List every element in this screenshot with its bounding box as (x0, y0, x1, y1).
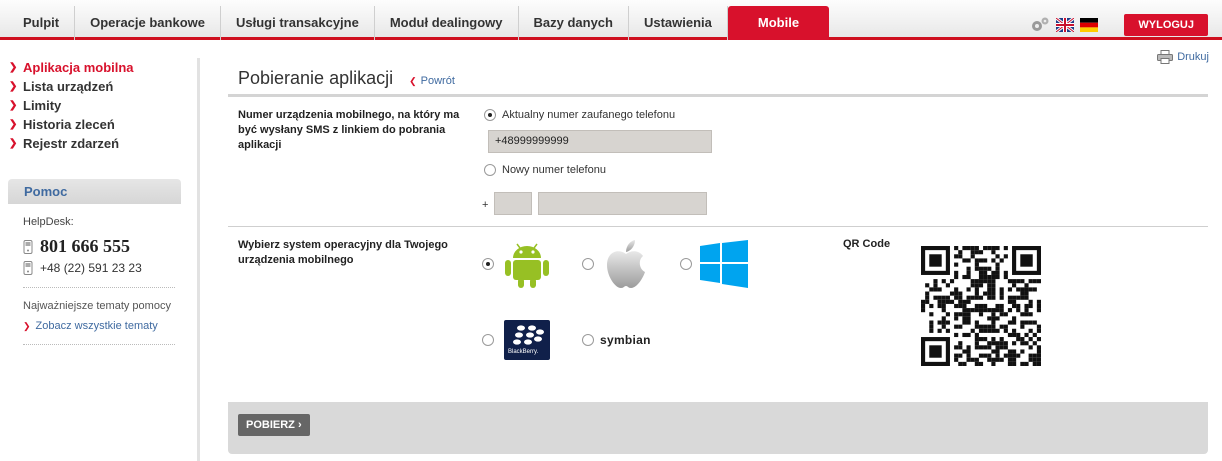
phone-icon (23, 261, 33, 275)
blackberry-icon[interactable]: BlackBerry. (504, 320, 550, 360)
divider (23, 344, 175, 345)
phone-number-alt: +48 (22) 591 23 23 (40, 261, 142, 275)
header-divider (228, 94, 1208, 97)
radio-current-number-label: Aktualny numer zaufanego telefonu (502, 109, 676, 121)
radio-android[interactable] (482, 258, 494, 270)
sidebar-item-aplikacja-mobilna[interactable]: ❯ Aplikacja mobilna (9, 58, 197, 77)
action-bar: POBIERZ › (228, 402, 1208, 454)
main-nav: Pulpit Operacje bankowe Usługi transakcy… (8, 6, 830, 40)
sidebar-menu: ❯ Aplikacja mobilna ❯ Lista urządzeń ❯ Limi… (0, 58, 197, 153)
sidebar-item-label: Historia zleceń (23, 117, 115, 132)
logout-button[interactable]: WYLOGUJ (1124, 14, 1208, 36)
back-label: Powrót (420, 75, 455, 87)
chevron-right-icon: ❯ (23, 320, 31, 331)
chevron-right-icon: ❯ (9, 119, 18, 130)
print-link[interactable]: Drukuj (1157, 50, 1209, 64)
sidebar-item-lista-urzadzen[interactable]: ❯ Lista urządzeń (9, 77, 197, 96)
plus-sign: + (482, 199, 489, 211)
radio-ios[interactable] (582, 258, 594, 270)
tab-bazy-danych[interactable]: Bazy danych (519, 6, 629, 40)
print-label: Drukuj (1177, 51, 1209, 63)
page-title: Pobieranie aplikacji (238, 68, 394, 88)
blackberry-wordmark: BlackBerry. (508, 349, 539, 355)
sidebar-item-limity[interactable]: ❯ Limity (9, 96, 197, 115)
symbian-wordmark[interactable]: symbian (600, 333, 651, 347)
chevron-right-icon: ❯ (9, 81, 18, 92)
download-button-label: POBIERZ (246, 419, 295, 431)
chevron-right-icon: ❯ (9, 62, 18, 73)
current-number-field[interactable]: +48999999999 (488, 130, 712, 153)
printer-icon (1157, 50, 1174, 64)
uk-flag-icon[interactable] (1056, 18, 1075, 32)
phone-number-main: 801 666 555 (40, 236, 130, 256)
all-topics-link-label: Zobacz wszystkie tematy (35, 320, 158, 332)
helpdesk-label: HelpDesk: (23, 216, 74, 228)
helpdesk-phone-alt: +48 (22) 591 23 23 (23, 261, 197, 275)
tab-uslugi-transakcyjne[interactable]: Usługi transakcyjne (221, 6, 375, 40)
help-panel-title: Pomoc (8, 179, 181, 204)
sidebar-item-label: Aplikacja mobilna (23, 60, 134, 75)
top-right-controls: WYLOGUJ (1030, 14, 1222, 36)
radio-windows[interactable] (680, 258, 692, 270)
windows-icon[interactable] (700, 240, 748, 288)
radio-new-number-label: Nowy numer telefonu (502, 164, 606, 176)
top-navigation-bar: Pulpit Operacje bankowe Usługi transakcy… (0, 0, 1222, 40)
tab-ustawienia[interactable]: Ustawienia (629, 6, 728, 40)
helpdesk-phone-main: 801 666 555 (23, 236, 197, 257)
android-icon[interactable] (502, 240, 552, 288)
divider (23, 287, 175, 288)
tab-modul-dealingowy[interactable]: Moduł dealingowy (375, 6, 519, 40)
section-divider (228, 226, 1208, 227)
apple-icon[interactable] (604, 238, 648, 290)
sidebar: ❯ Aplikacja mobilna ❯ Lista urządzeń ❯ Limi… (0, 58, 200, 461)
country-prefix-field[interactable] (494, 192, 532, 215)
chevron-left-icon: ❮ (409, 76, 417, 86)
de-flag-icon[interactable] (1080, 18, 1099, 32)
chevron-right-icon: ❯ (9, 100, 18, 111)
tab-pulpit[interactable]: Pulpit (8, 6, 76, 40)
radio-new-number[interactable] (484, 164, 496, 176)
gear-icon[interactable] (1030, 16, 1050, 34)
qr-code-label: QR Code (843, 238, 891, 250)
help-panel: HelpDesk: 801 666 555 +48 (22) 591 23 23… (0, 216, 197, 345)
blackberry-logo (513, 325, 544, 345)
download-button[interactable]: POBIERZ › (238, 414, 310, 436)
radio-symbian[interactable] (582, 334, 594, 346)
qr-code-image (921, 246, 1041, 366)
new-number-field[interactable] (538, 192, 707, 215)
os-section-label: Wybierz system operacyjny dla Twojego ur… (238, 239, 448, 266)
sidebar-item-label: Limity (23, 98, 62, 113)
sidebar-item-historia-zlecen[interactable]: ❯ Historia zleceń (9, 115, 197, 134)
radio-blackberry[interactable] (482, 334, 494, 346)
phone-section-label: Numer urządzenia mobilnego, na który ma … (238, 109, 460, 151)
sidebar-item-label: Rejestr zdarzeń (23, 136, 120, 151)
sidebar-item-label: Lista urządzeń (23, 79, 114, 94)
sidebar-item-rejestr-zdarzen[interactable]: ❯ Rejestr zdarzeń (9, 134, 197, 153)
phone-icon (23, 239, 33, 254)
tab-operacje-bankowe[interactable]: Operacje bankowe (75, 6, 221, 40)
help-topics-label: Najważniejsze tematy pomocy (23, 300, 171, 312)
radio-current-number[interactable] (484, 109, 496, 121)
all-topics-link[interactable]: ❯ Zobacz wszystkie tematy (23, 320, 197, 332)
chevron-right-icon: ❯ (9, 138, 18, 149)
page-header: Pobieranie aplikacji ❮ Powrót (238, 68, 455, 89)
tab-mobile[interactable]: Mobile (727, 6, 830, 40)
back-link[interactable]: ❮ Powrót (409, 75, 455, 87)
